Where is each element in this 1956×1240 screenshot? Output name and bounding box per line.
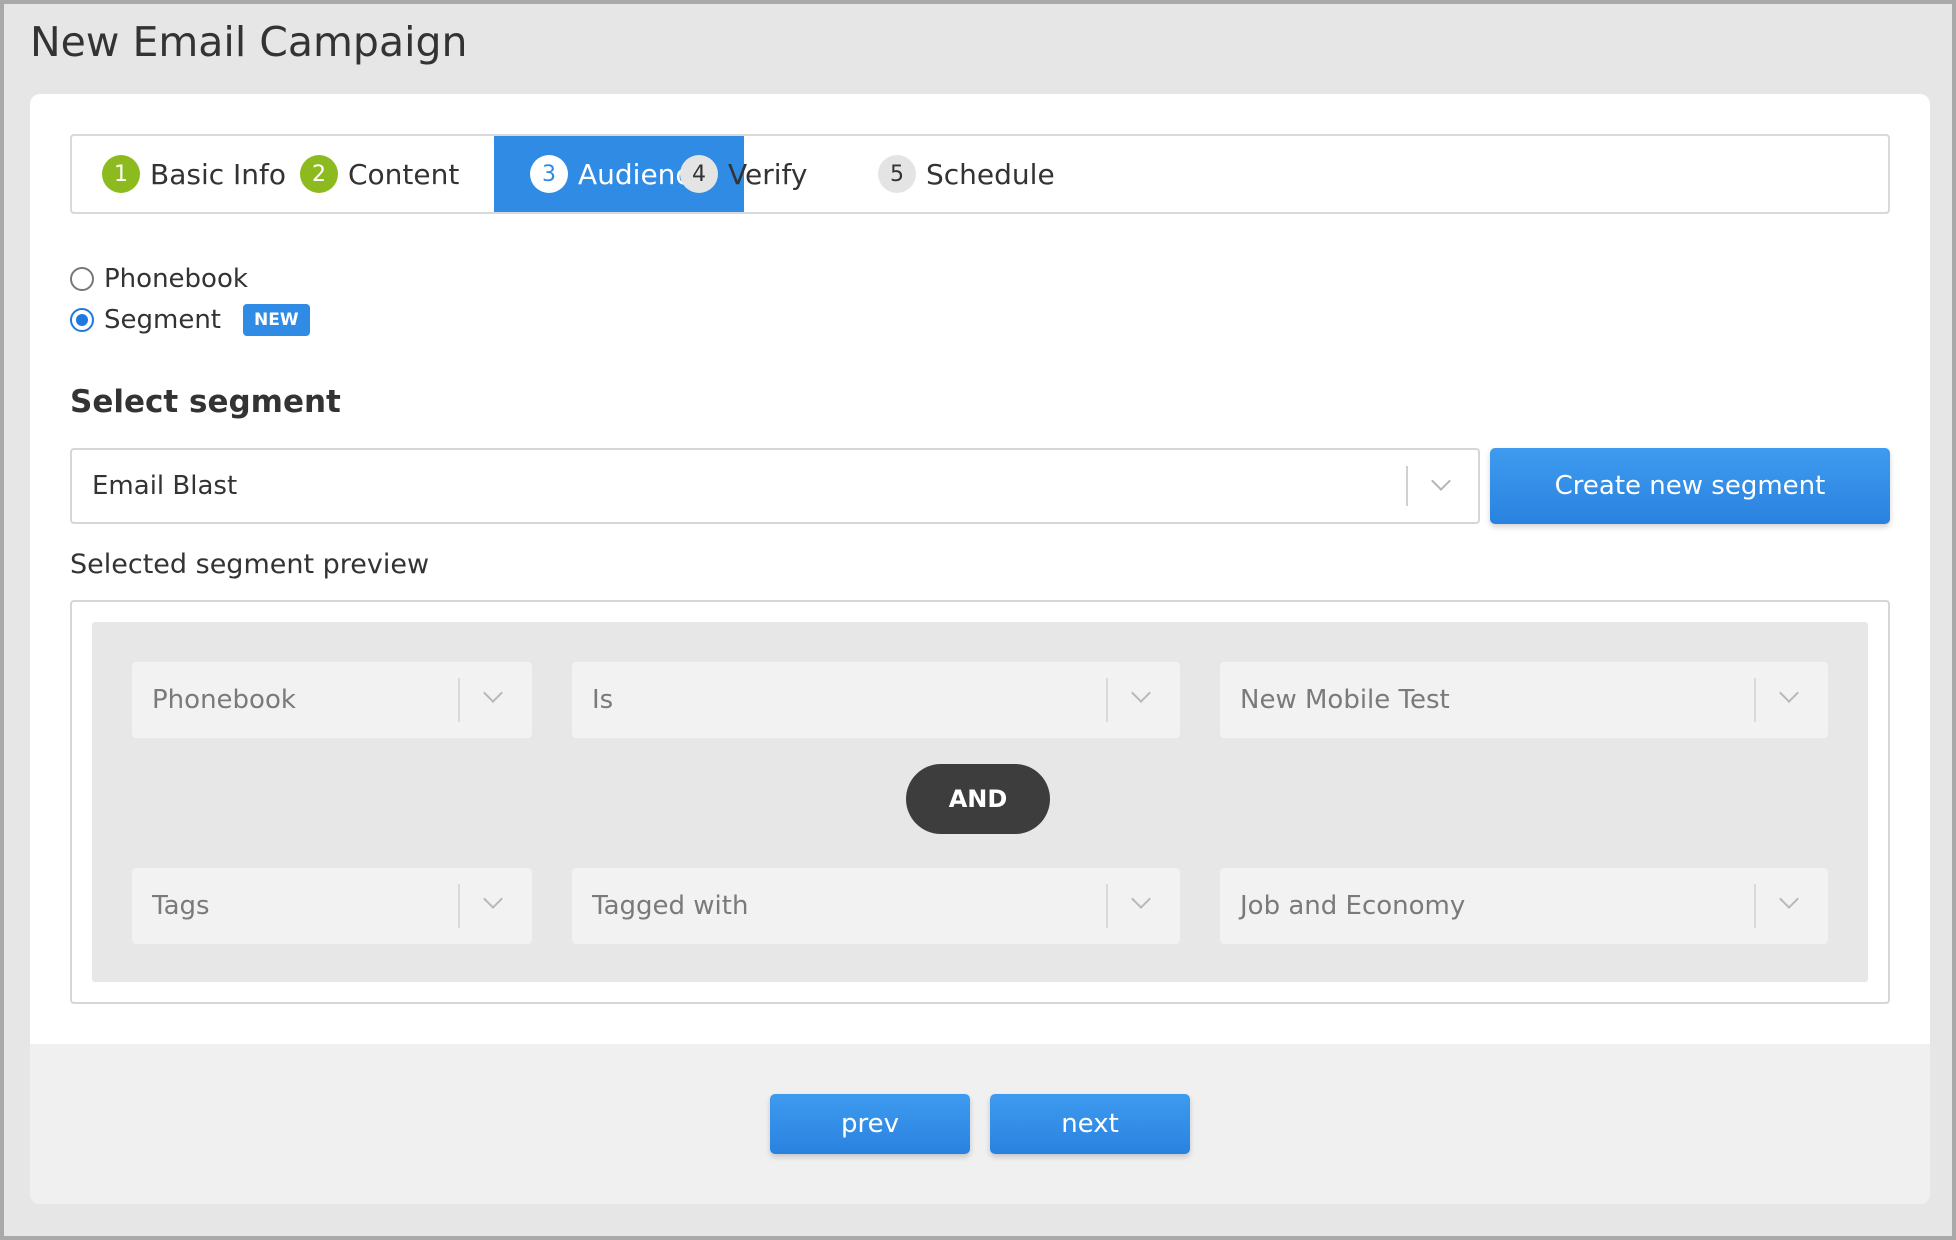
step-schedule[interactable]: 5 Schedule [878, 136, 1078, 212]
step-number: 4 [680, 155, 718, 193]
new-badge: NEW [243, 304, 310, 336]
select-divider [1106, 884, 1108, 928]
condition-operator-value: Is [592, 685, 614, 715]
step-basic-info[interactable]: 1 Basic Info [102, 136, 302, 212]
step-content[interactable]: 2 Content [300, 136, 470, 212]
condition-operator-value: Tagged with [592, 891, 749, 921]
audience-option-phonebook[interactable]: Phonebook [70, 264, 248, 294]
condition-field-select[interactable]: Tags [132, 868, 532, 944]
select-divider [1754, 678, 1756, 722]
and-joiner: AND [906, 764, 1050, 834]
select-divider [1754, 884, 1756, 928]
chevron-down-icon[interactable] [1779, 683, 1799, 703]
condition-value-select[interactable]: New Mobile Test [1220, 662, 1828, 738]
wizard-stepper: 1 Basic Info 2 Content 3 Audience 4 Veri… [70, 134, 1890, 214]
step-number: 1 [102, 155, 140, 193]
chevron-down-icon[interactable] [483, 683, 503, 703]
segment-select-value: Email Blast [92, 471, 238, 501]
select-divider [458, 884, 460, 928]
select-divider [458, 678, 460, 722]
condition-field-value: Tags [152, 891, 210, 921]
chevron-down-icon[interactable] [1779, 889, 1799, 909]
select-divider [1106, 678, 1108, 722]
step-label: Content [348, 157, 460, 191]
prev-button[interactable]: prev [770, 1094, 970, 1154]
step-label: Schedule [926, 157, 1055, 191]
condition-field-select[interactable]: Phonebook [132, 662, 532, 738]
step-number: 3 [530, 155, 568, 193]
campaign-card: 1 Basic Info 2 Content 3 Audience 4 Veri… [30, 94, 1930, 1204]
chevron-down-icon[interactable] [1431, 471, 1451, 491]
audience-option-label: Phonebook [104, 264, 248, 294]
condition-field-value: Phonebook [152, 685, 296, 715]
audience-option-segment[interactable]: Segment NEW [70, 304, 310, 336]
condition-value: Job and Economy [1240, 891, 1466, 921]
step-label: Verify [728, 157, 808, 191]
radio-icon[interactable] [70, 308, 94, 332]
create-new-segment-button[interactable]: Create new segment [1490, 448, 1890, 524]
select-segment-title: Select segment [70, 384, 341, 420]
condition-value: New Mobile Test [1240, 685, 1450, 715]
page-title: New Email Campaign [30, 18, 468, 66]
audience-option-label: Segment [104, 305, 221, 335]
radio-icon[interactable] [70, 267, 94, 291]
segment-preview: Phonebook Is New Mobile Test AND Tags Ta… [70, 600, 1890, 1004]
step-label: Basic Info [150, 157, 287, 191]
segment-select[interactable]: Email Blast [70, 448, 1480, 524]
next-button[interactable]: next [990, 1094, 1190, 1154]
step-number: 5 [878, 155, 916, 193]
card-footer: prev next [30, 1044, 1930, 1204]
condition-value-select[interactable]: Job and Economy [1220, 868, 1828, 944]
segment-preview-label: Selected segment preview [70, 549, 430, 580]
chevron-down-icon[interactable] [1131, 683, 1151, 703]
select-divider [1406, 466, 1408, 506]
chevron-down-icon[interactable] [483, 889, 503, 909]
step-number: 2 [300, 155, 338, 193]
window-frame: New Email Campaign 1 Basic Info 2 Conten… [0, 0, 1956, 1240]
step-verify[interactable]: 4 Verify [680, 136, 830, 212]
segment-preview-conditions: Phonebook Is New Mobile Test AND Tags Ta… [92, 622, 1868, 982]
chevron-down-icon[interactable] [1131, 889, 1151, 909]
condition-operator-select[interactable]: Tagged with [572, 868, 1180, 944]
condition-operator-select[interactable]: Is [572, 662, 1180, 738]
